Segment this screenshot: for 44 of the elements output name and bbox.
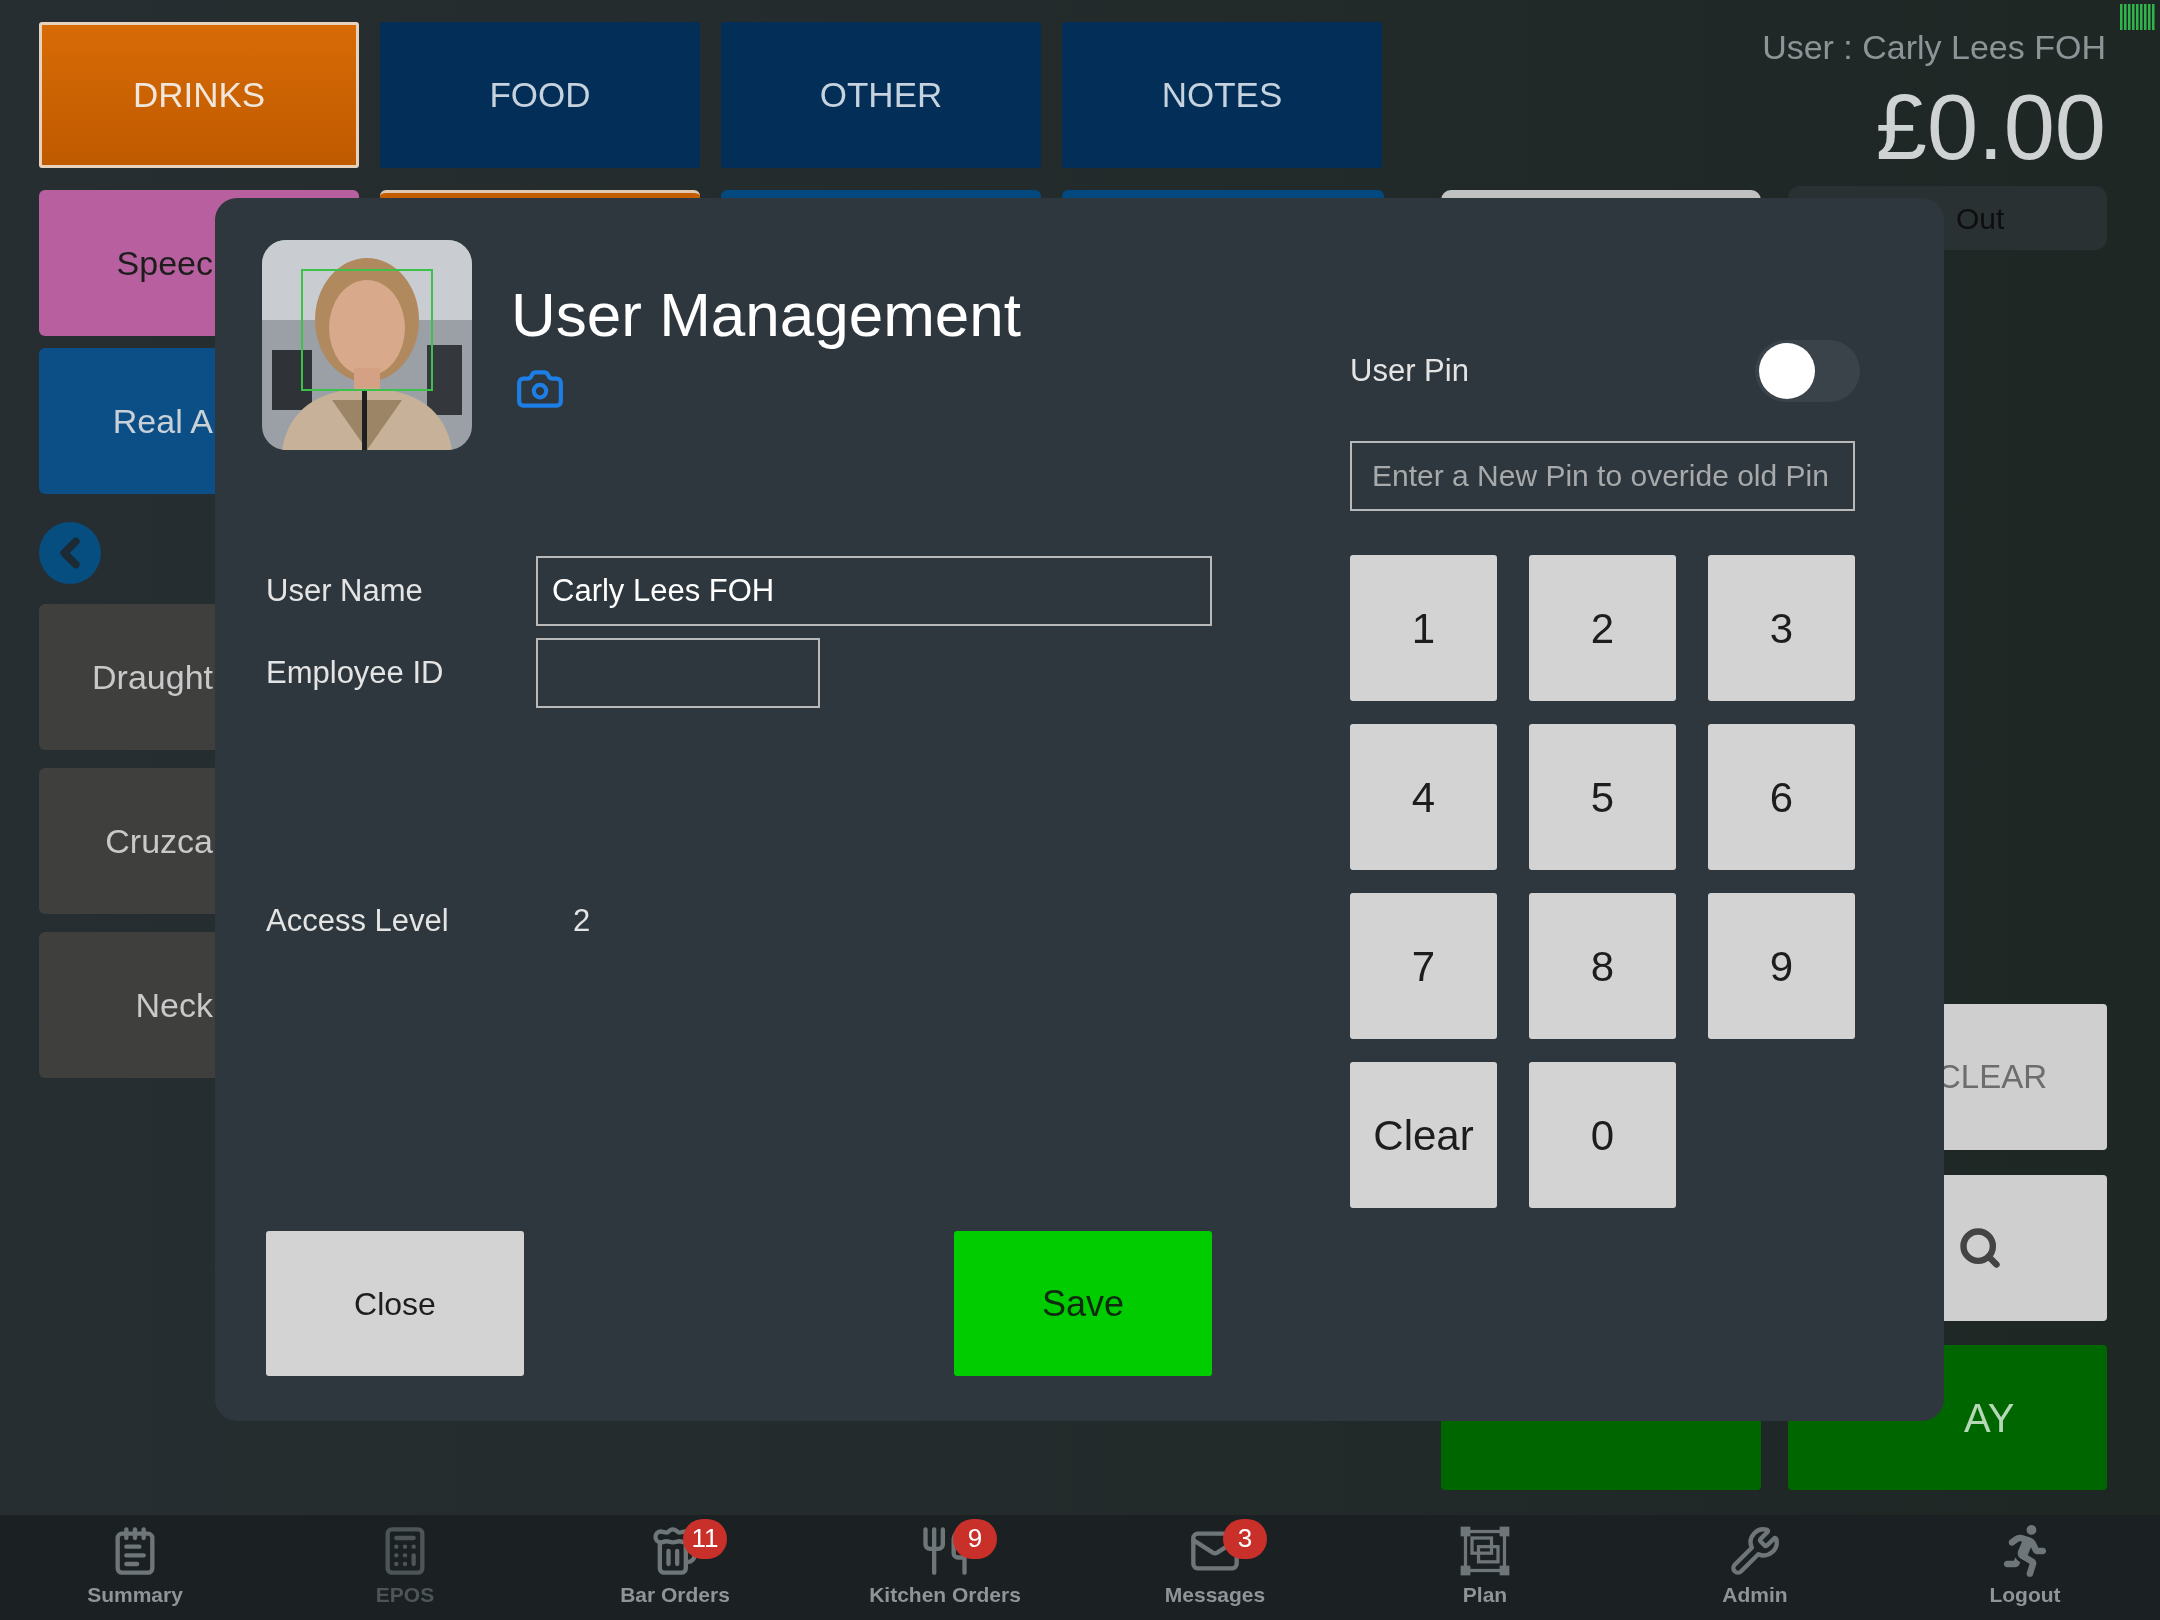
keypad-key[interactable]: 4 [1350, 724, 1497, 870]
keypad-key[interactable]: 3 [1708, 555, 1855, 701]
nav-item[interactable]: 11 Bar Orders [540, 1515, 810, 1620]
text-field[interactable]: Carly Lees FOH [536, 556, 1212, 626]
keypad-key[interactable]: 1 [1350, 555, 1497, 701]
user-label: User : Carly Lees FOH [1762, 27, 2106, 68]
nav-label: Kitchen Orders [869, 1581, 1021, 1608]
keypad-key[interactable]: 7 [1350, 893, 1497, 1039]
total-amount: £0.00 [1875, 77, 2106, 179]
save-button[interactable]: Save [954, 1231, 1212, 1376]
nav-item[interactable]: 9 Kitchen Orders [810, 1515, 1080, 1620]
search-icon[interactable] [1958, 1226, 2002, 1271]
access-level-value: 2 [573, 902, 591, 940]
keypad-key[interactable]: 5 [1529, 724, 1676, 870]
nav-item[interactable]: Plan [1350, 1515, 1620, 1620]
nav-label: Plan [1462, 1581, 1508, 1608]
pin-field[interactable]: Enter a New Pin to overide old Pin [1350, 441, 1855, 511]
nav-label: Admin [1722, 1581, 1788, 1608]
count-badge: 3 [1223, 1518, 1267, 1559]
keypad-key[interactable]: Clear [1350, 1062, 1497, 1208]
nav-label: Bar Orders [620, 1581, 730, 1608]
user-pin-label: User Pin [1350, 351, 1469, 390]
frame-icon [1459, 1524, 1511, 1577]
category-tab[interactable]: NOTES [1062, 22, 1382, 168]
nav-item[interactable]: Summary [0, 1515, 270, 1620]
close-button[interactable]: Close [266, 1231, 524, 1376]
count-badge: 9 [953, 1518, 997, 1559]
wrench-icon [1729, 1524, 1781, 1577]
keypad-key[interactable]: 2 [1529, 555, 1676, 701]
text-field[interactable] [536, 638, 820, 708]
category-tab[interactable]: FOOD [380, 22, 700, 168]
nav-label: Messages [1164, 1581, 1266, 1608]
keypad-key[interactable]: 6 [1708, 724, 1855, 870]
keypad-key[interactable]: 9 [1708, 893, 1855, 1039]
bars-icon [2120, 4, 2156, 30]
keypad-key[interactable]: 8 [1529, 893, 1676, 1039]
category-tab[interactable]: OTHER [721, 22, 1041, 168]
nav-item[interactable]: 3 Messages [1080, 1515, 1350, 1620]
nav-label: Logout [1989, 1581, 2061, 1608]
nav-item[interactable]: Logout [1890, 1515, 2160, 1620]
nav-item[interactable]: Admin [1620, 1515, 1890, 1620]
keypad-key[interactable]: 0 [1529, 1062, 1676, 1208]
nav-label: Summary [87, 1581, 183, 1608]
count-badge: 11 [683, 1518, 727, 1559]
